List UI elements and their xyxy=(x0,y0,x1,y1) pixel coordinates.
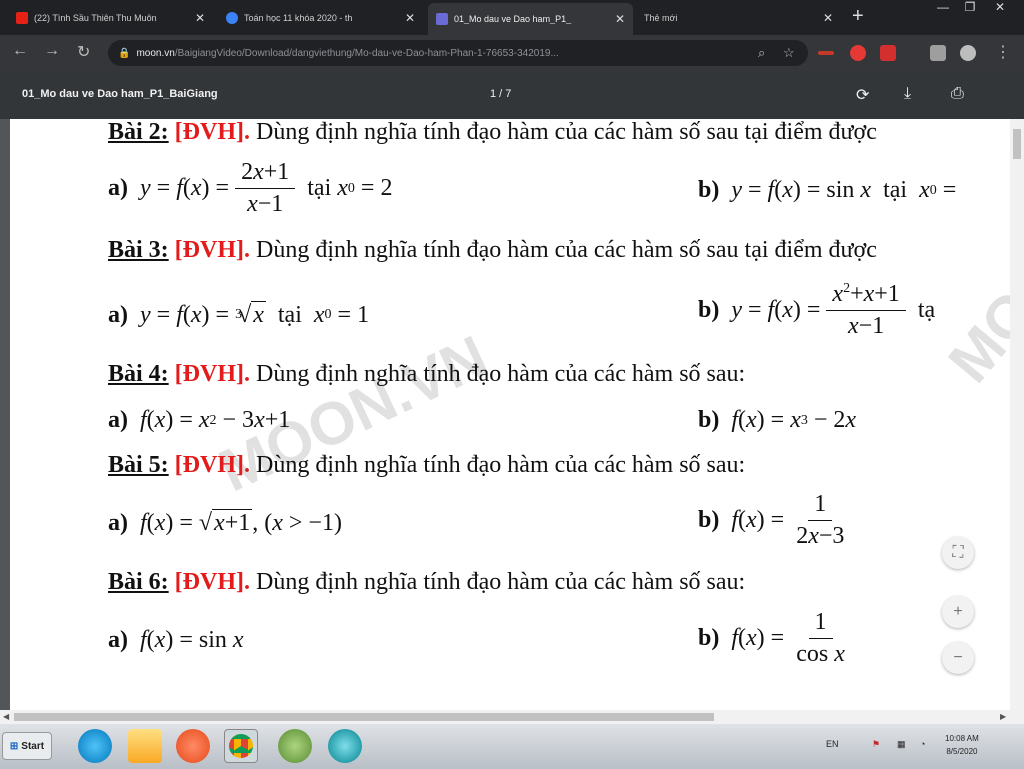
window-close-icon[interactable]: ✕ xyxy=(985,0,1015,20)
horizontal-scrollbar[interactable]: ◀ ▶ xyxy=(0,710,1024,724)
fit-page-icon[interactable]: ⛶ xyxy=(942,537,974,569)
problem-2b: b) y = f(x) = sin x tại x0 = xyxy=(698,177,957,203)
volume-icon[interactable]: ◔ xyxy=(920,739,925,749)
problem-6b: b) f(x) = 1 cos x xyxy=(698,609,845,667)
file-explorer-icon[interactable] xyxy=(128,729,162,763)
problem-6-heading: Bài 6: [ĐVH]. Dùng định nghĩa tính đạo h… xyxy=(108,569,746,595)
problem-6a: a) f(x) = sin x xyxy=(108,627,244,653)
extension-icon[interactable] xyxy=(818,51,834,55)
lock-icon: 🔒 xyxy=(118,47,131,59)
problem-5-heading: Bài 5: [ĐVH]. Dùng định nghĩa tính đạo h… xyxy=(108,452,746,478)
close-icon[interactable]: ✕ xyxy=(615,12,625,26)
download-icon[interactable]: ⤓ xyxy=(904,85,911,103)
problem-5a: a) f(x) = √ x+1, (x > −1) xyxy=(108,509,342,536)
pdf-toolbar: 01_Mo dau ve Dao ham_P1_BaiGiang 1 / 7 ⟳… xyxy=(0,71,1024,119)
tray-icon[interactable]: ⚑ xyxy=(872,739,880,750)
pdf-icon xyxy=(436,13,448,25)
problem-4-heading: Bài 4: [ĐVH]. Dùng định nghĩa tính đạo h… xyxy=(108,361,746,387)
problem-2a: a) y = f(x) = 2x+1 x−1 tại x0 = 2 xyxy=(108,159,393,217)
url-host: moon.vn xyxy=(136,47,175,59)
close-icon[interactable]: ✕ xyxy=(405,11,415,25)
zoom-icon[interactable]: ⌕ xyxy=(758,45,765,61)
scroll-right-icon[interactable]: ▶ xyxy=(1000,712,1006,721)
tab-title: Toán học 11 khóa 2020 - th xyxy=(244,12,353,23)
start-button[interactable]: ⊞ Start xyxy=(2,732,52,760)
youtube-icon xyxy=(16,11,28,24)
media-player-icon[interactable] xyxy=(176,729,210,763)
problem-3-heading: Bài 3: [ĐVH]. Dùng định nghĩa tính đạo h… xyxy=(108,237,877,263)
problem-3b: b) y = f(x) = x2+x+1 x−1 tạ xyxy=(698,281,936,339)
restore-icon[interactable]: ❐ xyxy=(955,0,985,20)
tab-title: 01_Mo dau ve Dao ham_P1_ xyxy=(454,14,572,24)
extension-icon[interactable] xyxy=(880,45,896,61)
scrollbar-thumb[interactable] xyxy=(1013,129,1021,159)
chrome-icon[interactable] xyxy=(224,729,258,763)
zoom-in-icon[interactable]: + xyxy=(942,596,974,628)
address-bar[interactable]: 🔒 moon.vn /BaigiangVideo/Download/dangvi… xyxy=(108,40,808,66)
rotate-icon[interactable]: ⟳ xyxy=(856,85,869,105)
tab-toan-hoc[interactable]: Toán học 11 khóa 2020 - th ✕ xyxy=(218,4,423,31)
language-indicator[interactable]: EN xyxy=(826,739,839,749)
site-icon xyxy=(226,11,238,24)
tab-youtube[interactable]: (22) Tình Sầu Thiên Thu Muôn ✕ xyxy=(8,4,213,31)
tab-pdf[interactable]: 01_Mo dau ve Dao ham_P1_ ✕ xyxy=(428,3,633,35)
problem-4a: a) f(x) = x2 − 3 x +1 xyxy=(108,407,291,433)
forward-icon[interactable]: → xyxy=(44,42,60,60)
print-icon[interactable]: ⎙ xyxy=(951,85,964,103)
close-icon[interactable]: ✕ xyxy=(823,11,833,25)
browser-toolbar: ← → ↻ 🔒 moon.vn /BaigiangVideo/Download/… xyxy=(0,35,1024,71)
reload-icon[interactable]: ↻ xyxy=(77,42,90,62)
problem-3a: a) y = f(x) = 3 √ x tại x0 = 1 xyxy=(108,301,370,328)
tab-strip: (22) Tình Sầu Thiên Thu Muôn ✕ Toán học … xyxy=(0,0,1024,35)
minimize-icon[interactable]: — xyxy=(928,0,958,20)
profile-avatar-icon[interactable] xyxy=(960,45,976,61)
app-icon[interactable] xyxy=(328,729,362,763)
network-icon[interactable]: ▦ xyxy=(897,739,906,750)
pdf-page: MOON.VN MOON.VN Bài 2: [ĐVH]. Dùng định … xyxy=(10,119,1010,710)
extension-icon[interactable] xyxy=(850,45,866,61)
pdf-viewer[interactable]: MOON.VN MOON.VN Bài 2: [ĐVH]. Dùng định … xyxy=(0,119,1024,710)
url-path: /BaigiangVideo/Download/dangviethung/Mo-… xyxy=(174,47,559,59)
clock[interactable]: 10:08 AM 8/5/2020 xyxy=(945,732,979,758)
scrollbar-thumb[interactable] xyxy=(14,713,714,721)
problem-4b: b) f(x) = x3 − 2x xyxy=(698,407,857,433)
app-icon[interactable] xyxy=(278,729,312,763)
problem-5b: b) f(x) = 1 2x−3 xyxy=(698,491,845,549)
windows-logo-icon: ⊞ xyxy=(9,740,19,752)
tab-title: Thẻ mới xyxy=(644,12,678,23)
close-icon[interactable]: ✕ xyxy=(195,11,205,25)
chrome-logo xyxy=(229,734,253,758)
tab-new[interactable]: Thẻ mới ✕ xyxy=(636,4,841,31)
watermark: MOON.VN xyxy=(935,132,1010,395)
page-indicator: 1 / 7 xyxy=(490,88,512,100)
vertical-scrollbar[interactable] xyxy=(1010,119,1024,710)
scroll-left-icon[interactable]: ◀ xyxy=(3,712,9,721)
taskbar: ⊞ Start EN ⚑ ▦ ◔ 10:08 AM 8/5/2020 xyxy=(0,724,1024,769)
internet-explorer-icon[interactable] xyxy=(78,729,112,763)
extension-icon[interactable] xyxy=(930,45,946,61)
zoom-out-icon[interactable]: − xyxy=(942,642,974,674)
tab-title: (22) Tình Sầu Thiên Thu Muôn xyxy=(34,12,157,23)
new-tab-icon[interactable]: + xyxy=(852,5,864,28)
back-icon[interactable]: ← xyxy=(12,42,28,60)
problem-2-heading: Bài 2: [ĐVH]. Dùng định nghĩa tính đạo h… xyxy=(108,119,877,145)
bookmark-star-icon[interactable]: ☆ xyxy=(783,45,795,61)
menu-kebab-icon[interactable]: ⋮ xyxy=(995,42,1011,62)
pdf-title: 01_Mo dau ve Dao ham_P1_BaiGiang xyxy=(22,88,218,100)
